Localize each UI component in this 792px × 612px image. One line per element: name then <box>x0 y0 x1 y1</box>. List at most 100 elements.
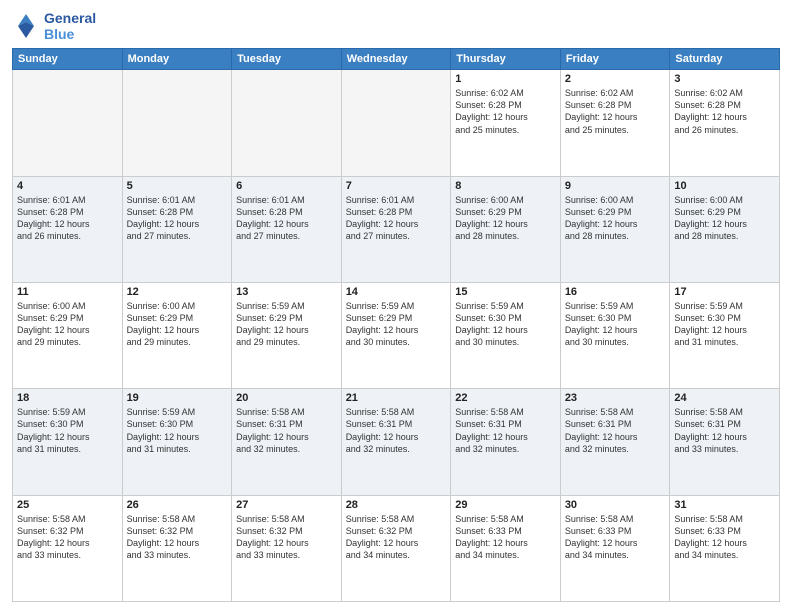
day-info: Sunrise: 5:58 AM Sunset: 6:32 PM Dayligh… <box>127 513 228 562</box>
day-cell: 20Sunrise: 5:58 AM Sunset: 6:31 PM Dayli… <box>232 389 342 495</box>
day-info: Sunrise: 5:58 AM Sunset: 6:33 PM Dayligh… <box>565 513 666 562</box>
day-cell: 11 Sunrise: 6:00 AM Sunset: 6:29 PM Dayli… <box>13 282 123 388</box>
day-cell: 31 Sunrise: 5:58 AM Sunset: 6:33 PM Dayli… <box>670 495 780 601</box>
day-header-friday: Friday <box>560 49 670 70</box>
week-row-4: 18 Sunrise: 5:59 AM Sunset: 6:30 PM Dayli… <box>13 389 780 495</box>
day-cell: 19 Sunrise: 5:59 AM Sunset: 6:30 PM Dayli… <box>122 389 232 495</box>
day-number: 21 <box>346 392 447 404</box>
day-cell <box>122 70 232 176</box>
day-cell: 29 Sunrise: 5:58 AM Sunset: 6:33 PM Dayli… <box>451 495 561 601</box>
day-number: 2 <box>565 73 666 85</box>
day-info: Sunrise: 5:59 AM Sunset: 6:30 PM Dayligh… <box>127 406 228 455</box>
day-cell: 23 Sunrise: 5:58 AM Sunset: 6:31 PM Dayli… <box>560 389 670 495</box>
day-info: Sunrise: 6:00 AM Sunset: 6:29 PM Dayligh… <box>674 194 775 243</box>
day-number: 28 <box>346 499 447 511</box>
day-cell: 26Sunrise: 5:58 AM Sunset: 6:32 PM Dayli… <box>122 495 232 601</box>
day-info: Sunrise: 6:02 AM Sunset: 6:28 PM Dayligh… <box>674 87 775 136</box>
day-number: 6 <box>236 180 337 192</box>
day-cell: 13Sunrise: 5:59 AM Sunset: 6:29 PM Dayli… <box>232 282 342 388</box>
day-number: 19 <box>127 392 228 404</box>
day-cell: 3 Sunrise: 6:02 AM Sunset: 6:28 PM Daylig… <box>670 70 780 176</box>
day-number: 4 <box>17 180 118 192</box>
day-info: Sunrise: 6:02 AM Sunset: 6:28 PM Dayligh… <box>565 87 666 136</box>
day-info: Sunrise: 6:00 AM Sunset: 6:29 PM Dayligh… <box>127 300 228 349</box>
day-header-saturday: Saturday <box>670 49 780 70</box>
day-number: 17 <box>674 286 775 298</box>
day-info: Sunrise: 5:58 AM Sunset: 6:32 PM Dayligh… <box>17 513 118 562</box>
day-number: 16 <box>565 286 666 298</box>
day-info: Sunrise: 5:58 AM Sunset: 6:32 PM Dayligh… <box>236 513 337 562</box>
day-header-sunday: Sunday <box>13 49 123 70</box>
day-cell: 27 Sunrise: 5:58 AM Sunset: 6:32 PM Dayli… <box>232 495 342 601</box>
day-info: Sunrise: 5:59 AM Sunset: 6:30 PM Dayligh… <box>455 300 556 349</box>
day-number: 12 <box>127 286 228 298</box>
logo-icon <box>12 12 40 40</box>
day-info: Sunrise: 6:01 AM Sunset: 6:28 PM Dayligh… <box>346 194 447 243</box>
day-info: Sunrise: 5:59 AM Sunset: 6:29 PM Dayligh… <box>236 300 337 349</box>
day-cell <box>341 70 451 176</box>
day-number: 15 <box>455 286 556 298</box>
day-header-wednesday: Wednesday <box>341 49 451 70</box>
day-cell: 25Sunrise: 5:58 AM Sunset: 6:32 PM Dayli… <box>13 495 123 601</box>
day-number: 29 <box>455 499 556 511</box>
day-number: 24 <box>674 392 775 404</box>
day-number: 30 <box>565 499 666 511</box>
day-cell: 1 Sunrise: 6:02 AM Sunset: 6:28 PM Daylig… <box>451 70 561 176</box>
day-number: 3 <box>674 73 775 85</box>
day-cell: 9Sunrise: 6:00 AM Sunset: 6:29 PM Daylig… <box>560 176 670 282</box>
day-cell: 5Sunrise: 6:01 AM Sunset: 6:28 PM Daylig… <box>122 176 232 282</box>
day-info: Sunrise: 5:58 AM Sunset: 6:33 PM Dayligh… <box>455 513 556 562</box>
calendar-table: SundayMondayTuesdayWednesdayThursdayFrid… <box>12 48 780 602</box>
day-cell: 8Sunrise: 6:00 AM Sunset: 6:29 PM Daylig… <box>451 176 561 282</box>
day-cell <box>232 70 342 176</box>
day-info: Sunrise: 5:59 AM Sunset: 6:30 PM Dayligh… <box>565 300 666 349</box>
day-info: Sunrise: 5:58 AM Sunset: 6:32 PM Dayligh… <box>346 513 447 562</box>
day-info: Sunrise: 5:58 AM Sunset: 6:31 PM Dayligh… <box>674 406 775 455</box>
day-info: Sunrise: 6:02 AM Sunset: 6:28 PM Dayligh… <box>455 87 556 136</box>
day-number: 8 <box>455 180 556 192</box>
day-cell <box>13 70 123 176</box>
day-cell: 10 Sunrise: 6:00 AM Sunset: 6:29 PM Dayli… <box>670 176 780 282</box>
header: General Blue <box>12 10 780 42</box>
day-number: 20 <box>236 392 337 404</box>
page: General Blue SundayMondayTuesdayWednesda… <box>0 0 792 612</box>
day-info: Sunrise: 5:58 AM Sunset: 6:31 PM Dayligh… <box>455 406 556 455</box>
day-info: Sunrise: 6:00 AM Sunset: 6:29 PM Dayligh… <box>17 300 118 349</box>
day-number: 1 <box>455 73 556 85</box>
day-cell: 21 Sunrise: 5:58 AM Sunset: 6:31 PM Dayli… <box>341 389 451 495</box>
day-number: 31 <box>674 499 775 511</box>
logo: General Blue <box>12 10 96 42</box>
day-info: Sunrise: 5:58 AM Sunset: 6:33 PM Dayligh… <box>674 513 775 562</box>
day-cell: 17 Sunrise: 5:59 AM Sunset: 6:30 PM Dayli… <box>670 282 780 388</box>
day-number: 5 <box>127 180 228 192</box>
day-number: 11 <box>17 286 118 298</box>
day-cell: 24 Sunrise: 5:58 AM Sunset: 6:31 PM Dayli… <box>670 389 780 495</box>
day-cell: 22 Sunrise: 5:58 AM Sunset: 6:31 PM Dayli… <box>451 389 561 495</box>
day-header-thursday: Thursday <box>451 49 561 70</box>
day-number: 14 <box>346 286 447 298</box>
day-header-tuesday: Tuesday <box>232 49 342 70</box>
week-row-1: 1 Sunrise: 6:02 AM Sunset: 6:28 PM Daylig… <box>13 70 780 176</box>
day-info: Sunrise: 6:01 AM Sunset: 6:28 PM Dayligh… <box>17 194 118 243</box>
day-number: 27 <box>236 499 337 511</box>
day-cell: 14Sunrise: 5:59 AM Sunset: 6:29 PM Dayli… <box>341 282 451 388</box>
week-row-3: 11 Sunrise: 6:00 AM Sunset: 6:29 PM Dayli… <box>13 282 780 388</box>
day-info: Sunrise: 6:01 AM Sunset: 6:28 PM Dayligh… <box>236 194 337 243</box>
day-cell: 28 Sunrise: 5:58 AM Sunset: 6:32 PM Dayli… <box>341 495 451 601</box>
day-number: 22 <box>455 392 556 404</box>
day-cell: 16 Sunrise: 5:59 AM Sunset: 6:30 PM Dayli… <box>560 282 670 388</box>
day-info: Sunrise: 5:59 AM Sunset: 6:30 PM Dayligh… <box>674 300 775 349</box>
day-number: 10 <box>674 180 775 192</box>
day-cell: 6 Sunrise: 6:01 AM Sunset: 6:28 PM Daylig… <box>232 176 342 282</box>
day-cell: 2 Sunrise: 6:02 AM Sunset: 6:28 PM Daylig… <box>560 70 670 176</box>
day-number: 18 <box>17 392 118 404</box>
day-info: Sunrise: 5:59 AM Sunset: 6:30 PM Dayligh… <box>17 406 118 455</box>
day-info: Sunrise: 5:58 AM Sunset: 6:31 PM Dayligh… <box>565 406 666 455</box>
day-info: Sunrise: 5:58 AM Sunset: 6:31 PM Dayligh… <box>346 406 447 455</box>
day-cell: 7Sunrise: 6:01 AM Sunset: 6:28 PM Daylig… <box>341 176 451 282</box>
day-cell: 4 Sunrise: 6:01 AM Sunset: 6:28 PM Daylig… <box>13 176 123 282</box>
day-header-monday: Monday <box>122 49 232 70</box>
header-row: SundayMondayTuesdayWednesdayThursdayFrid… <box>13 49 780 70</box>
day-cell: 15 Sunrise: 5:59 AM Sunset: 6:30 PM Dayli… <box>451 282 561 388</box>
day-number: 23 <box>565 392 666 404</box>
